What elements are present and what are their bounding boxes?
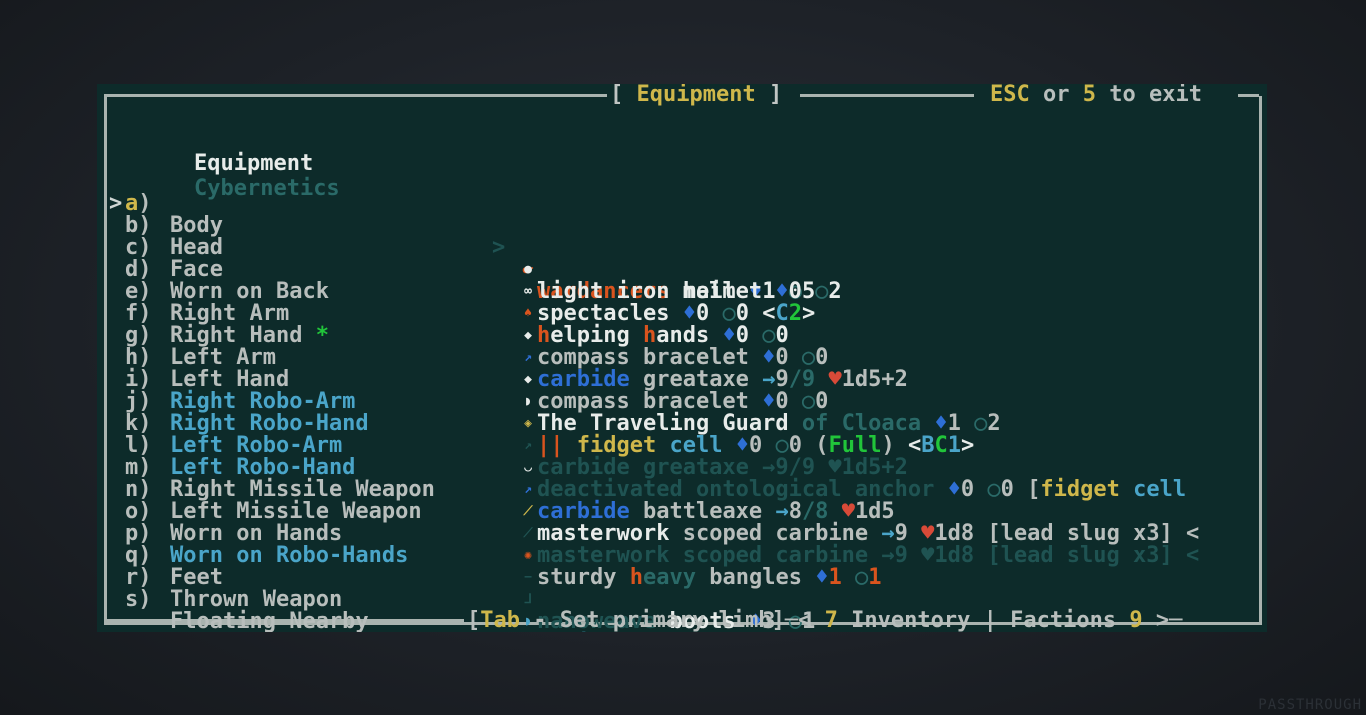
slot-label: Right Missile Weapon	[170, 477, 435, 502]
slot-label: Left Robo-Hand	[170, 455, 356, 480]
slot-row-left-robo-arm[interactable]: k) Left Robo-Arm ◡ deactivated ontologic…	[111, 391, 1186, 501]
slot-row-robo-hands[interactable]: p) Worn on Robo-Hands −	[111, 501, 532, 586]
primary-limb-star: *	[315, 323, 329, 348]
slot-item-left-robo-arm: deactivated ontological anchor ♦0 ○0 [fi…	[537, 477, 1187, 502]
slot-label: Floating Nearby	[170, 609, 369, 633]
tab-key[interactable]: Tab	[480, 608, 520, 632]
axe-icon: ↗	[524, 350, 532, 365]
slot-row-feet[interactable]: q) Feet ᒧ nanoweave boots ♦3 ○1	[111, 523, 815, 633]
rifle-icon: ⟋	[523, 504, 533, 519]
anchor-icon: ◡	[524, 460, 532, 475]
slot-row-back[interactable]: d) Worn on Back ♠ helping hands ♦0 ○0	[111, 237, 789, 347]
slot-row-left-hand[interactable]: h) Left Hand ◗ The Traveling Guard of Cl…	[111, 325, 1001, 435]
backpack-icon: ♠	[524, 306, 532, 321]
slot-row-left-missile[interactable]: n) Left Missile Weapon ⟋ masterwork scop…	[111, 457, 1199, 567]
slot-row-thrown[interactable]: r) Thrown Weapon ◗ spring-turret grenade…	[111, 545, 532, 630]
equipment-panel: [ Equipment ] ESC or 5 to exit Equipment…	[97, 84, 1267, 632]
axe-icon: ↗	[524, 438, 532, 453]
slot-label: Left Missile Weapon	[170, 499, 422, 524]
slot-label: Right Hand *	[170, 323, 329, 348]
bangles-icon: ✺	[524, 548, 532, 563]
slot-row-right-robo-arm[interactable]: i) Right Robo-Arm ◈ || fidget cell ♦0 ○0…	[111, 347, 974, 457]
slot-item-right-robo-arm: || fidget cell ♦0 ○0 (Full) <BC1>	[537, 433, 975, 458]
slot-label: Right Robo-Hand	[170, 411, 369, 436]
slot-row-floating[interactable]: s) Floating Nearby ✶ floating glowsphere…	[111, 567, 369, 633]
cursor-ghost: >	[492, 235, 506, 260]
slot-label: Worn on Robo-Hands	[170, 543, 409, 568]
slot-label: Worn on Back	[170, 279, 329, 304]
footer-bar: [Tab - Set primary limb]─< 7 Inventory |…	[467, 608, 1183, 632]
slot-item-right-missile: masterwork scoped carbine →9 ♥1d8 [lead …	[537, 521, 1200, 546]
watermark: PASSTHROUGH	[1258, 697, 1362, 713]
slot-row-right-arm[interactable]: e) Right Arm ◆ compass bracelet ♦0 ○0	[111, 259, 828, 369]
helmet-icon: ●	[524, 262, 532, 277]
shield-icon: ◗	[524, 394, 532, 409]
slot-row-right-robo-hand[interactable]: j) Right Robo-Hand ↗ carbide greataxe →9…	[111, 369, 908, 479]
axe-icon: ↗	[524, 482, 532, 497]
slot-item-head: light iron helmet ♦0 ○2	[537, 279, 842, 304]
set-primary-limb-action[interactable]: - Set primary limb	[520, 608, 771, 632]
slot-item-left-hand: The Traveling Guard of Cloaca ♦1 ○2	[537, 411, 1001, 436]
exit-hint[interactable]: ESC or 5 to exit	[990, 84, 1202, 107]
slot-row-left-robo-hand[interactable]: l) Left Robo-Hand ↗ carbide battleaxe →8…	[111, 413, 895, 523]
inventory-key[interactable]: 7	[825, 608, 838, 632]
slot-item-left-robo-hand: carbide battleaxe →8/8 ♥1d5	[537, 499, 895, 524]
bracelet-icon: ◆	[524, 328, 532, 343]
slot-row-face[interactable]: c) Face ∞ spectacles ♦0 ○0 <C2>	[111, 215, 815, 325]
inventory-link[interactable]: Inventory	[851, 608, 970, 632]
slot-row-right-missile[interactable]: m) Right Missile Weapon ⟋ masterwork sco…	[111, 435, 1199, 545]
slot-label: Right Robo-Arm	[170, 389, 356, 414]
esc-key[interactable]: ESC	[990, 84, 1030, 107]
slot-row-body[interactable]: > a) Body > ᓂ wardancers mail ♦1 ○5	[109, 171, 1267, 303]
slot-item-left-missile: masterwork scoped carbine →9 ♥1d8 [lead …	[537, 543, 1200, 568]
bracelet-icon: ◆	[524, 372, 532, 387]
slot-item-left-arm: compass bracelet ♦0 ○0	[537, 389, 829, 414]
factions-key[interactable]: 9	[1129, 608, 1142, 632]
slot-item-hands: sturdy heavy bangles ♦1 ○1	[537, 565, 882, 590]
slot-row-hands[interactable]: o) Worn on Hands ✺ sturdy heavy bangles …	[111, 479, 881, 589]
slot-item-right-arm: compass bracelet ♦0 ○0	[537, 345, 829, 370]
frame-top-middle	[800, 94, 974, 97]
cell-icon: ◈	[524, 416, 532, 431]
slot-item-right-hand: carbide greataxe →9/9 ♥1d5+2	[537, 367, 908, 392]
empty-slot-icon: −	[524, 570, 532, 585]
window-title: [ Equipment ]	[610, 84, 783, 107]
slot-item-face: spectacles ♦0 ○0 <C2>	[537, 301, 816, 326]
slot-label: Left Robo-Arm	[170, 433, 343, 458]
slot-row-head[interactable]: b) Head ● light iron helmet ♦0 ○2	[111, 193, 842, 303]
rifle-icon: ⟋	[523, 526, 533, 541]
slot-item-right-robo-hand: carbide greataxe →9/9 ♥1d5+2	[537, 455, 908, 480]
frame-top-left	[104, 94, 607, 97]
slot-label: Thrown Weapon	[170, 587, 343, 612]
frame-top-right	[1238, 94, 1259, 97]
slot-item-back: helping hands ♦0 ○0	[537, 323, 789, 348]
slot-row-right-hand[interactable]: f) Right Hand * ↗ carbide greataxe →9/9 …	[111, 281, 908, 391]
key-5[interactable]: 5	[1083, 84, 1096, 107]
factions-link[interactable]: Factions	[1010, 608, 1116, 632]
spectacles-icon: ∞	[524, 284, 532, 299]
slot-row-left-arm[interactable]: g) Left Arm ◆ compass bracelet ♦0 ○0	[111, 303, 828, 413]
slot-label: Worn on Hands	[170, 521, 343, 546]
